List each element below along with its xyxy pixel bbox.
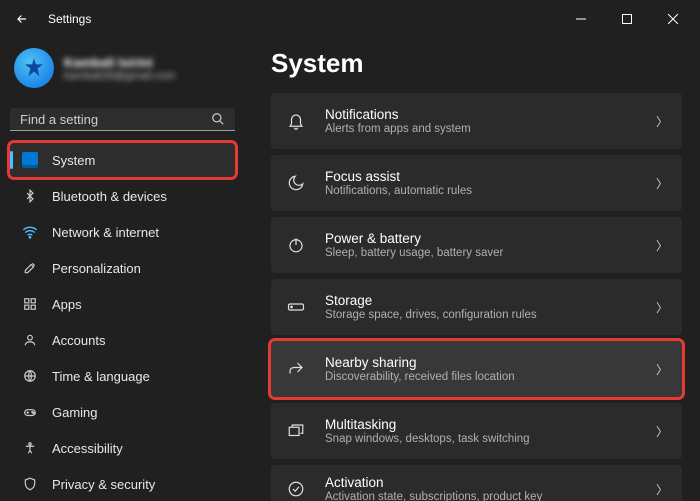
row-sub: Activation state, subscriptions, product… [325, 491, 638, 501]
sidebar-item-label: Personalization [52, 261, 141, 276]
row-nearby-sharing[interactable]: Nearby sharingDiscoverability, received … [271, 341, 682, 397]
moon-icon [285, 174, 307, 192]
sidebar-item-network[interactable]: Network & internet [10, 215, 235, 249]
check-icon [285, 480, 307, 498]
sidebar-item-system[interactable]: System [10, 143, 235, 177]
minimize-button[interactable] [558, 3, 604, 35]
storage-icon [285, 300, 307, 314]
profile-email: kambali28@gmail.com [64, 70, 175, 82]
row-title: Multitasking [325, 417, 638, 432]
sidebar-item-privacy[interactable]: Privacy & security [10, 467, 235, 501]
row-notifications[interactable]: NotificationsAlerts from apps and system… [271, 93, 682, 149]
search-icon [211, 112, 225, 126]
row-sub: Notifications, automatic rules [325, 185, 638, 197]
row-sub: Snap windows, desktops, task switching [325, 433, 638, 445]
chevron-right-icon: 〉 [656, 175, 668, 192]
chevron-right-icon: 〉 [656, 237, 668, 254]
close-button[interactable] [650, 3, 696, 35]
row-activation[interactable]: ActivationActivation state, subscription… [271, 465, 682, 501]
bluetooth-icon [22, 188, 38, 204]
apps-icon [22, 296, 38, 312]
sidebar-item-label: Privacy & security [52, 477, 155, 492]
main-content: System NotificationsAlerts from apps and… [245, 38, 700, 501]
page-title: System [271, 48, 682, 79]
avatar [14, 48, 54, 88]
sidebar-item-label: Bluetooth & devices [52, 189, 167, 204]
chevron-right-icon: 〉 [656, 113, 668, 130]
share-icon [285, 360, 307, 378]
sidebar-item-label: Apps [52, 297, 82, 312]
gaming-icon [22, 404, 38, 420]
profile[interactable]: Kambali Isirini kambali28@gmail.com [10, 44, 235, 102]
sidebar-item-label: System [52, 153, 95, 168]
chevron-right-icon: 〉 [656, 423, 668, 440]
sidebar-item-label: Network & internet [52, 225, 159, 240]
window-title: Settings [48, 12, 91, 26]
sidebar-item-apps[interactable]: Apps [10, 287, 235, 321]
row-sub: Storage space, drives, configuration rul… [325, 309, 638, 321]
row-sub: Discoverability, received files location [325, 371, 638, 383]
bell-icon [285, 112, 307, 130]
multitask-icon [285, 422, 307, 440]
brush-icon [22, 260, 38, 276]
row-focus-assist[interactable]: Focus assistNotifications, automatic rul… [271, 155, 682, 211]
chevron-right-icon: 〉 [656, 299, 668, 316]
search-input[interactable] [20, 112, 211, 127]
power-icon [285, 236, 307, 254]
sidebar-item-label: Accounts [52, 333, 105, 348]
accessibility-icon [22, 440, 38, 456]
chevron-right-icon: 〉 [656, 481, 668, 498]
sidebar-item-bluetooth[interactable]: Bluetooth & devices [10, 179, 235, 213]
sidebar-item-time[interactable]: Time & language [10, 359, 235, 393]
row-storage[interactable]: StorageStorage space, drives, configurat… [271, 279, 682, 335]
nav: System Bluetooth & devices Network & int… [10, 143, 235, 501]
row-sub: Alerts from apps and system [325, 123, 638, 135]
sidebar-item-personalization[interactable]: Personalization [10, 251, 235, 285]
person-icon [22, 332, 38, 348]
window-controls [558, 3, 696, 35]
shield-icon [22, 476, 38, 492]
sidebar-item-accounts[interactable]: Accounts [10, 323, 235, 357]
wifi-icon [22, 224, 38, 240]
row-title: Notifications [325, 107, 638, 122]
row-title: Focus assist [325, 169, 638, 184]
row-title: Power & battery [325, 231, 638, 246]
search-box[interactable] [10, 108, 235, 131]
globe-icon [22, 368, 38, 384]
row-title: Nearby sharing [325, 355, 638, 370]
back-button[interactable] [4, 1, 40, 37]
sidebar: Kambali Isirini kambali28@gmail.com Syst… [0, 38, 245, 501]
system-icon [22, 152, 38, 168]
maximize-button[interactable] [604, 3, 650, 35]
profile-name: Kambali Isirini [64, 55, 175, 70]
sidebar-item-label: Time & language [52, 369, 150, 384]
row-power[interactable]: Power & batterySleep, battery usage, bat… [271, 217, 682, 273]
chevron-right-icon: 〉 [656, 361, 668, 378]
sidebar-item-label: Accessibility [52, 441, 123, 456]
titlebar: Settings [0, 0, 700, 38]
row-sub: Sleep, battery usage, battery saver [325, 247, 638, 259]
sidebar-item-label: Gaming [52, 405, 98, 420]
sidebar-item-accessibility[interactable]: Accessibility [10, 431, 235, 465]
row-multitasking[interactable]: MultitaskingSnap windows, desktops, task… [271, 403, 682, 459]
sidebar-item-gaming[interactable]: Gaming [10, 395, 235, 429]
row-title: Storage [325, 293, 638, 308]
row-title: Activation [325, 475, 638, 490]
